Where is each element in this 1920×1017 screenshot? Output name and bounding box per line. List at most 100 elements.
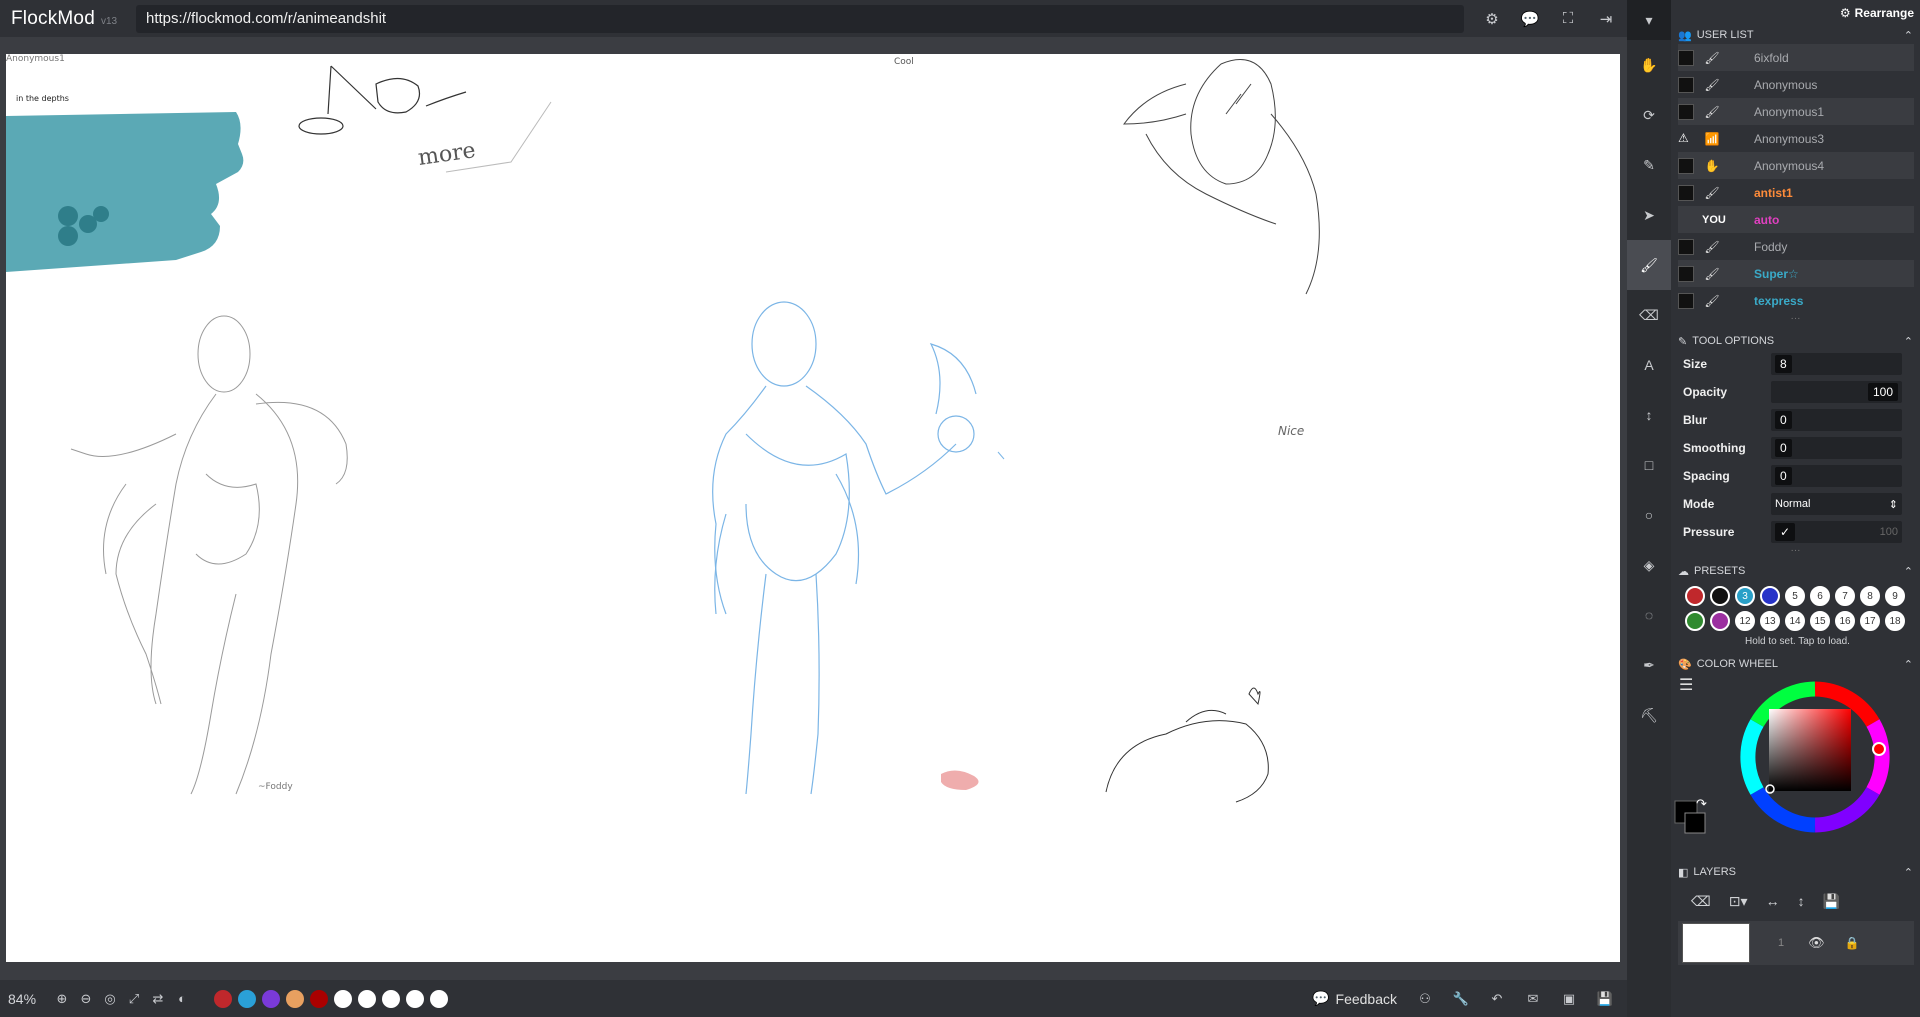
mail-icon[interactable]: ✉ [1521, 991, 1545, 1007]
preset-slot[interactable]: 6 [1810, 586, 1830, 606]
preset-slot[interactable]: 12 [1735, 611, 1755, 631]
preset-slot[interactable]: 9 [1885, 586, 1905, 606]
preset-slot[interactable]: 18 [1885, 611, 1905, 631]
image-icon[interactable]: ▣ [1557, 991, 1581, 1007]
eraser-layer-icon[interactable]: ⌫ [1691, 893, 1711, 910]
zoom-out-icon[interactable]: ⊖ [74, 991, 98, 1007]
fit-screen-icon[interactable]: ⤢ [122, 991, 146, 1007]
color-swatch[interactable] [310, 989, 328, 1008]
text-tool-icon[interactable]: A [1627, 340, 1671, 390]
flip-vertical-icon[interactable]: ↕ [1798, 893, 1805, 909]
tool-options-more[interactable]: ··· [1671, 546, 1920, 558]
save-icon[interactable]: 💾 [1593, 991, 1617, 1007]
color-swatch[interactable] [358, 989, 376, 1008]
user-list-item[interactable]: 🖌 Anonymous1 [1678, 98, 1914, 125]
user-checkbox[interactable] [1678, 238, 1694, 255]
brush-tool-icon[interactable]: 🖌 [1627, 240, 1671, 290]
pressure-check-icon[interactable]: ✓ [1775, 523, 1796, 541]
user-list-item[interactable]: 🖌 antist1 [1678, 179, 1914, 206]
preset-slot[interactable]: 16 [1835, 611, 1855, 631]
size-slider[interactable]: 8 [1771, 353, 1902, 375]
preset-slot[interactable] [1710, 611, 1730, 631]
smoothing-slider[interactable]: 0 [1771, 437, 1902, 459]
user-list-item[interactable]: ⚠ 📶 Anonymous3 [1678, 125, 1914, 152]
collapse-chevron-icon[interactable]: ⌃ [1904, 335, 1913, 348]
color-wheel[interactable]: ↷ [1671, 673, 1920, 863]
color-swatch[interactable] [214, 989, 232, 1008]
select-tool-icon[interactable]: ➤ [1627, 190, 1671, 240]
ellipse-tool-icon[interactable]: ○ [1627, 490, 1671, 540]
undo-icon[interactable]: ↶ [1485, 991, 1509, 1007]
preset-slot[interactable] [1685, 611, 1705, 631]
collapse-dropdown-icon[interactable]: ▾ [1627, 0, 1671, 40]
user-checkbox[interactable] [1678, 292, 1694, 309]
mode-select[interactable]: Normal ⇕ [1771, 493, 1902, 515]
preset-slot[interactable] [1685, 586, 1705, 606]
preset-slot[interactable] [1760, 586, 1780, 606]
color-swatch[interactable] [382, 989, 400, 1008]
exit-icon[interactable]: ⇥ [1596, 9, 1616, 29]
user-checkbox[interactable] [1678, 76, 1694, 93]
preset-slot[interactable]: 17 [1860, 611, 1880, 631]
preset-slot[interactable]: 15 [1810, 611, 1830, 631]
lasso-tool-icon[interactable]: ◌ [1627, 590, 1671, 640]
paint-roller-tool-icon[interactable]: ⛏ [1627, 690, 1671, 740]
blur-slider[interactable]: 0 [1771, 409, 1902, 431]
spacing-slider[interactable]: 0 [1771, 465, 1902, 487]
user-list-item[interactable]: 🖌 Super☆ [1678, 260, 1914, 287]
feedback-button[interactable]: 💬 Feedback [1312, 990, 1397, 1007]
settings-gear-icon[interactable]: ⚙ [1482, 9, 1502, 29]
save-layer-icon[interactable]: 💾 [1823, 893, 1840, 910]
eye-icon[interactable]: 👁 [1808, 935, 1825, 951]
user-list-item[interactable]: 🖌 6ixfold [1678, 44, 1914, 71]
move-tool-icon[interactable]: ↕ [1627, 390, 1671, 440]
user-checkbox[interactable] [1678, 265, 1694, 282]
user-list-item[interactable]: ✋ Anonymous4 [1678, 152, 1914, 179]
user-checkbox[interactable] [1678, 49, 1694, 66]
robot-icon[interactable]: ⚇ [1413, 991, 1437, 1007]
warning-icon[interactable]: ⚠ [1678, 131, 1694, 147]
preset-slot[interactable] [1710, 586, 1730, 606]
eyedropper-tool-icon[interactable]: ✎ [1627, 140, 1671, 190]
eraser-tool-icon[interactable]: ⌫ [1627, 290, 1671, 340]
user-list-item[interactable]: 🖌 Foddy [1678, 233, 1914, 260]
color-swatch[interactable] [238, 989, 256, 1008]
lock-icon[interactable]: 🔒 [1845, 936, 1860, 950]
user-list-header[interactable]: 👥 USER LIST ⌃ [1671, 26, 1920, 44]
zoom-in-icon[interactable]: ⊕ [50, 991, 74, 1007]
preset-slot[interactable]: 14 [1785, 611, 1805, 631]
collapse-chevron-icon[interactable]: ⌃ [1904, 565, 1913, 578]
flip-horizontal-icon[interactable]: ↔ [1766, 893, 1780, 909]
crop-layer-icon[interactable]: ⊡▾ [1729, 893, 1748, 910]
preset-slot[interactable]: 5 [1785, 586, 1805, 606]
pressure-slider[interactable]: ✓ 100 [1771, 521, 1902, 543]
user-list-item[interactable]: YOU auto [1678, 206, 1914, 233]
rotate-tool-icon[interactable]: ⟳ [1627, 90, 1671, 140]
preset-slot[interactable]: 13 [1760, 611, 1780, 631]
hand-tool-icon[interactable]: ✋ [1627, 40, 1671, 90]
wrench-icon[interactable]: 🔧 [1449, 991, 1473, 1007]
pen-tool-icon[interactable]: ✒ [1627, 640, 1671, 690]
tool-options-header[interactable]: ✎ TOOL OPTIONS ⌃ [1671, 332, 1920, 350]
recenter-icon[interactable]: ◎ [98, 991, 122, 1007]
room-url-field[interactable]: https://flockmod.com/r/animeandshit [136, 4, 1464, 33]
swap-icon[interactable]: ⇄ [146, 991, 170, 1007]
color-swatch[interactable] [262, 989, 280, 1008]
chat-icon[interactable]: 💬 [1520, 9, 1540, 29]
collapse-chevron-icon[interactable]: ⌃ [1904, 866, 1913, 879]
layer-item[interactable]: 1 👁 🔒 [1678, 921, 1914, 965]
layers-header[interactable]: ◧ LAYERS ⌃ [1671, 863, 1920, 881]
color-swatch[interactable] [334, 989, 352, 1008]
user-checkbox[interactable] [1678, 157, 1694, 174]
drawing-canvas[interactable]: Anonymous1 in the depths Cool more Nice … [6, 54, 1620, 962]
color-swatch[interactable] [286, 989, 304, 1008]
preset-slot[interactable]: 3 [1735, 586, 1755, 606]
user-checkbox[interactable] [1678, 184, 1694, 201]
rearrange-button[interactable]: ⚙ Rearrange [1671, 0, 1920, 26]
user-list-item[interactable]: 🖌 texpress [1678, 287, 1914, 314]
user-checkbox[interactable] [1678, 103, 1694, 120]
color-wheel-header[interactable]: 🎨 COLOR WHEEL ⌃ [1671, 655, 1920, 673]
contrast-icon[interactable]: ◐ [170, 991, 194, 1006]
user-list-item[interactable]: 🖌 Anonymous [1678, 71, 1914, 98]
collapse-chevron-icon[interactable]: ⌃ [1904, 658, 1913, 671]
